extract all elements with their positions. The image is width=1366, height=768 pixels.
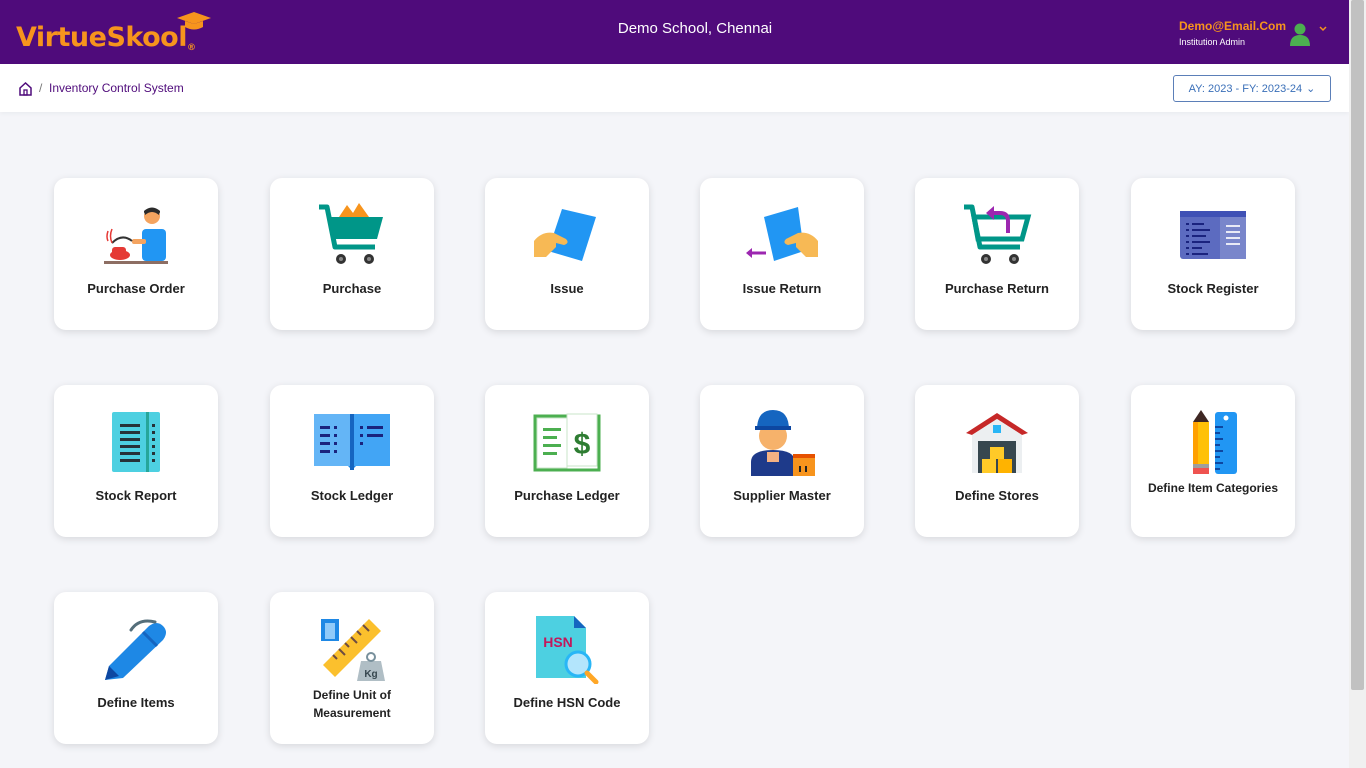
pen-icon: [96, 614, 176, 684]
tile-define-stores[interactable]: Define Stores: [915, 385, 1079, 537]
tile-label: Stock Report: [95, 488, 177, 503]
breadcrumb: / Inventory Control System: [0, 64, 1349, 112]
delivery-man-icon: [742, 407, 822, 477]
tile-label: Purchase: [322, 281, 382, 296]
shopping-cart-icon: [312, 200, 392, 270]
tile-label: Stock Ledger: [310, 488, 394, 503]
tile-purchase-order[interactable]: Purchase Order: [54, 178, 218, 330]
open-book-icon: [312, 407, 392, 477]
tile-supplier-master[interactable]: Supplier Master: [700, 385, 864, 537]
user-avatar-icon[interactable]: [1288, 22, 1312, 46]
scrollbar-thumb[interactable]: [1351, 0, 1364, 690]
tile-stock-register[interactable]: Stock Register: [1131, 178, 1295, 330]
warehouse-icon: [957, 407, 1037, 477]
tile-issue-return[interactable]: Issue Return: [700, 178, 864, 330]
tile-define-item-categories[interactable]: Define Item Categories: [1131, 385, 1295, 537]
cart-return-icon: [957, 200, 1037, 270]
chevron-down-icon: ⌄: [1306, 83, 1316, 95]
hsn-search-icon: HSN: [527, 614, 607, 684]
pencil-ruler-icon: [1173, 407, 1253, 477]
tile-label: Supplier Master: [733, 488, 831, 503]
tile-stock-ledger[interactable]: Stock Ledger: [270, 385, 434, 537]
hand-give-icon: [527, 200, 607, 270]
academic-year-selector[interactable]: AY: 2023 - FY: 2023-24 ⌄: [1173, 75, 1331, 102]
tile-label: Define HSN Code: [513, 695, 621, 710]
user-email[interactable]: Demo@Email.Com: [1179, 19, 1286, 33]
tile-label: Purchase Ledger: [514, 488, 620, 503]
hand-return-icon: [742, 200, 822, 270]
register-icon: [1173, 200, 1253, 270]
chevron-down-icon[interactable]: [1318, 24, 1328, 34]
school-name: Demo School, Chennai: [617, 20, 773, 37]
tile-purchase-ledger[interactable]: $ Purchase Ledger: [485, 385, 649, 537]
report-icon: [96, 407, 176, 477]
kg-label: Kg: [364, 669, 377, 680]
tile-label: Issue: [550, 281, 584, 296]
tile-stock-report[interactable]: Stock Report: [54, 385, 218, 537]
academic-year-label: AY: 2023 - FY: 2023-24: [1188, 82, 1303, 95]
tile-label: Define Unit of Measurement: [313, 688, 391, 720]
breadcrumb-current[interactable]: Inventory Control System: [49, 81, 184, 95]
user-role: Institution Admin: [1179, 37, 1246, 47]
top-header: VirtueSkool® Demo School, Chennai Demo@E…: [0, 0, 1349, 64]
home-icon[interactable]: [18, 81, 33, 96]
tile-label: Purchase Order: [87, 281, 185, 296]
measurement-icon: Kg: [312, 614, 392, 684]
tile-label: Define Stores: [955, 488, 1039, 503]
tile-define-items[interactable]: Define Items: [54, 592, 218, 744]
breadcrumb-separator: /: [39, 81, 43, 95]
tile-label: Define Item Categories: [1147, 481, 1279, 495]
tile-label: Stock Register: [1167, 281, 1259, 296]
tile-purchase[interactable]: Purchase: [270, 178, 434, 330]
tile-purchase-return[interactable]: Purchase Return: [915, 178, 1079, 330]
tile-label: Purchase Return: [944, 281, 1050, 296]
dollar-ledger-icon: $: [527, 407, 607, 477]
tile-label: Issue Return: [742, 281, 822, 296]
svg-text:$: $: [574, 428, 591, 461]
hsn-label: HSN: [543, 634, 573, 650]
purchase-order-icon: [96, 200, 176, 270]
tile-define-hsn-code[interactable]: HSN Define HSN Code: [485, 592, 649, 744]
tile-label: Define Items: [97, 695, 175, 710]
tile-issue[interactable]: Issue: [485, 178, 649, 330]
tile-define-unit-of-measurement[interactable]: Kg Define Unit of Measurement: [270, 592, 434, 744]
